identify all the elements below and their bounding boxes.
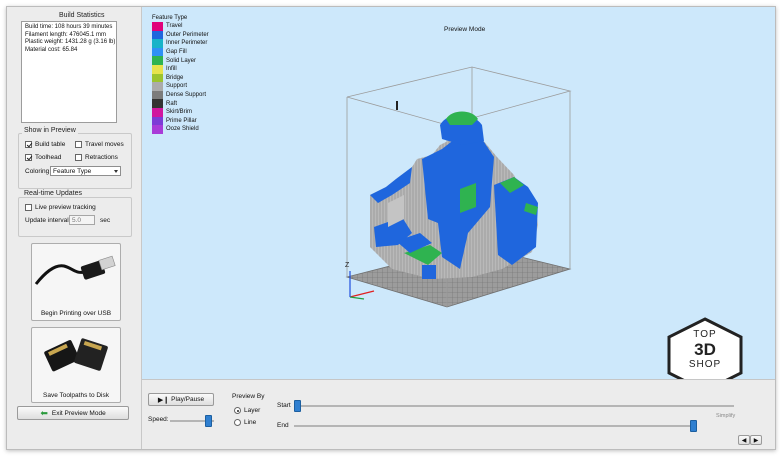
print-usb-label: Begin Printing over USB — [40, 310, 112, 317]
retractions-label: Retractions — [85, 154, 118, 161]
playback-controls: ▶❙ Play/Pause Speed: Preview By Layer Li… — [142, 379, 775, 449]
step-back-icon: ◀ — [741, 437, 747, 444]
update-interval-label: Update interval — [25, 217, 69, 224]
step-forward-icon: ▶ — [753, 437, 759, 444]
x-axis-indicator — [349, 290, 375, 298]
start-label: Start — [277, 402, 291, 409]
left-panel: Build Statistics Build time: 108 hours 3… — [7, 7, 142, 449]
play-pause-label: Play/Pause — [171, 396, 205, 403]
logo-text-3d: 3D — [694, 340, 716, 359]
stats-material-cost: Material cost: 65.84 — [25, 46, 78, 53]
stats-filament-length: Filament length: 476045.1 mm — [25, 31, 107, 38]
logo-text-shop: SHOP — [688, 359, 722, 370]
checkbox-checked-icon — [25, 141, 32, 148]
y-axis-indicator — [349, 296, 365, 300]
layer-label: Layer — [244, 407, 261, 414]
travel-moves-checkbox[interactable]: Travel moves — [75, 141, 124, 148]
logo-text-top: TOP — [693, 329, 717, 340]
live-tracking-checkbox[interactable]: Live preview tracking — [25, 204, 96, 211]
end-label: End — [277, 422, 289, 429]
stats-plastic-weight: Plastic weight: 1431.28 g (3.16 lb) — [25, 39, 116, 45]
play-pause-icon: ▶❙ — [157, 396, 170, 404]
previous-button[interactable]: ◀ — [738, 435, 750, 445]
coloring-select[interactable]: Feature Type — [50, 166, 121, 176]
end-track — [294, 425, 694, 427]
sd-card-icon — [44, 338, 108, 372]
start-slider[interactable] — [294, 400, 301, 412]
toolhead-checkbox[interactable]: Toolhead — [25, 154, 61, 161]
toolhead-marker — [396, 101, 398, 110]
preview-viewport[interactable]: Preview Mode Feature Type Travel Outer P… — [142, 7, 775, 393]
update-interval-input[interactable]: 5.0 — [69, 215, 95, 225]
build-stats-title: Build Statistics — [59, 12, 105, 19]
build-stats-box: Build time: 108 hours 39 minutes Filamen… — [21, 21, 117, 123]
build-table-label: Build table — [35, 141, 66, 148]
line-label: Line — [244, 419, 257, 426]
radio-empty-icon — [234, 419, 241, 426]
update-interval-value: 5.0 — [72, 217, 82, 224]
live-tracking-label: Live preview tracking — [35, 204, 96, 211]
checkbox-empty-icon — [25, 204, 32, 211]
print-usb-button[interactable]: Begin Printing over USB — [31, 243, 121, 321]
radio-selected-icon — [234, 407, 241, 414]
retractions-checkbox[interactable]: Retractions — [75, 154, 118, 161]
build-table-checkbox[interactable]: Build table — [25, 141, 65, 148]
stats-build-time: Build time: 108 hours 39 minutes — [25, 24, 113, 30]
checkbox-empty-icon — [75, 141, 82, 148]
play-pause-button[interactable]: ▶❙ Play/Pause — [148, 393, 214, 406]
back-arrow-icon: ⬅ — [40, 407, 48, 418]
line-radio[interactable]: Line — [234, 419, 256, 426]
z-axis-label: Z — [345, 262, 350, 269]
show-in-preview-title: Show in Preview — [22, 127, 78, 134]
speed-slider[interactable] — [205, 415, 212, 427]
coloring-label: Coloring — [25, 168, 50, 175]
end-slider[interactable] — [690, 420, 697, 432]
printed-object — [370, 111, 538, 279]
chevron-down-icon — [114, 170, 118, 173]
exit-preview-button[interactable]: ⬅ Exit Preview Mode — [17, 406, 129, 420]
app-window: Build Statistics Build time: 108 hours 3… — [6, 6, 776, 450]
preview-by-label: Preview By — [232, 393, 265, 400]
save-toolpaths-button[interactable]: Save Toolpaths to Disk — [31, 327, 121, 403]
coloring-value: Feature Type — [53, 168, 92, 175]
toolhead-label: Toolhead — [35, 154, 62, 161]
update-interval-unit: sec — [100, 217, 111, 224]
next-button[interactable]: ▶ — [750, 435, 762, 445]
usb-cable-icon — [34, 255, 116, 285]
checkbox-empty-icon — [75, 154, 82, 161]
start-track — [294, 405, 734, 407]
realtime-title: Real-time Updates — [22, 190, 84, 197]
speed-label: Speed: — [148, 416, 169, 423]
checkbox-checked-icon — [25, 154, 32, 161]
simplify-label: Simplify — [716, 413, 736, 419]
layer-radio[interactable]: Layer — [234, 407, 260, 414]
save-toolpaths-label: Save Toolpaths to Disk — [43, 392, 109, 399]
travel-moves-label: Travel moves — [85, 141, 124, 148]
exit-preview-label: Exit Preview Mode — [51, 409, 106, 417]
